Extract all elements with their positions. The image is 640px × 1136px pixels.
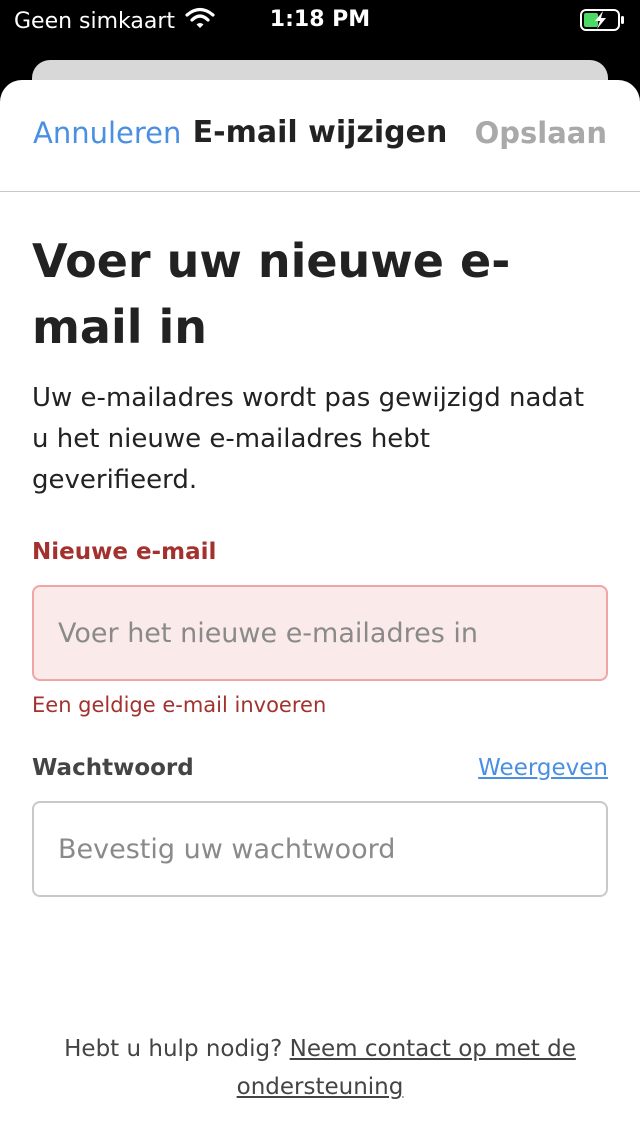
form-heading: Voer uw nieuwe e-mail in [32,234,511,354]
password-field[interactable] [58,833,582,865]
show-password-link[interactable]: Weergeven [478,755,608,781]
email-field-label: Nieuwe e-mail [32,539,217,565]
password-label-row: Wachtwoord Weergeven [32,755,608,789]
help-prefix: Hebt u hulp nodig? [64,1036,283,1062]
email-error-message: Een geldige e-mail invoeren [32,693,327,717]
contact-support-link[interactable]: Neem contact op met de ondersteuning [237,1036,576,1100]
battery-charging-icon [580,9,626,37]
email-label-row: Nieuwe e-mail [32,539,608,573]
password-field-container [32,801,608,897]
email-field-container [32,585,608,681]
form-content: Voer uw nieuwe e-mail in Uw e-mailadres … [0,228,640,897]
help-footer: Hebt u hulp nodig? Neem contact op met d… [40,1030,600,1106]
password-field-label: Wachtwoord [32,755,194,781]
email-field[interactable] [58,617,582,649]
screen: Geen simkaart 1:18 PM Annuleren E-mail w… [0,0,640,1136]
change-email-sheet: Annuleren E-mail wijzigen Opslaan Voer u… [0,80,640,1136]
status-time: 1:18 PM [269,7,371,32]
form-description: Uw e-mailadres wordt pas gewijzigd nadat… [32,383,585,495]
status-bar: Geen simkaart 1:18 PM [0,0,640,40]
navigation-bar: Annuleren E-mail wijzigen Opslaan [0,80,640,192]
save-button[interactable]: Opslaan [475,116,607,150]
